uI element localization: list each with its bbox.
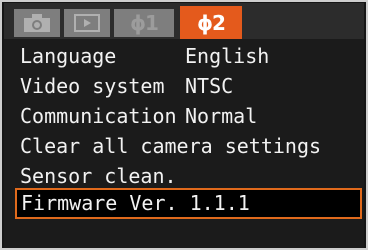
menu-item-video-system[interactable]: Video system NTSC bbox=[14, 71, 362, 101]
tab-setup-2[interactable]: ϕ2 bbox=[180, 6, 242, 39]
menu-item-label: Sensor clean. bbox=[20, 164, 177, 188]
menu-item-label: Firmware Ver. 1.1.1 bbox=[21, 191, 250, 215]
menu-item-firmware[interactable]: Firmware Ver. 1.1.1 bbox=[15, 188, 362, 219]
camera-lcd-screen: ϕ1 ϕ2 Language English Video system NTSC… bbox=[0, 0, 368, 250]
wrench-icon: ϕ1 bbox=[130, 11, 159, 35]
menu-item-clear-settings[interactable]: Clear all camera settings bbox=[14, 131, 362, 161]
tab-shooting[interactable] bbox=[14, 9, 60, 37]
tab-setup-1[interactable]: ϕ1 bbox=[114, 9, 174, 37]
menu-item-label: Language bbox=[20, 44, 117, 68]
menu-item-label: Clear all camera settings bbox=[20, 134, 322, 158]
menu-item-label: Video system bbox=[20, 74, 165, 98]
menu-item-sensor-clean[interactable]: Sensor clean. bbox=[14, 161, 362, 191]
tab-playback[interactable] bbox=[64, 9, 110, 37]
wrench-icon: ϕ2 bbox=[197, 10, 226, 35]
menu-item-value: NTSC bbox=[185, 74, 234, 98]
menu-item-value: Normal bbox=[185, 104, 258, 128]
menu-item-value: English bbox=[185, 44, 270, 68]
menu-item-communication[interactable]: Communication Normal bbox=[14, 101, 362, 131]
settings-menu: Language English Video system NTSC Commu… bbox=[4, 39, 364, 250]
camera-icon bbox=[24, 14, 50, 32]
menu-item-language[interactable]: Language English bbox=[14, 41, 362, 71]
playback-icon bbox=[74, 14, 100, 32]
menu-tab-bar: ϕ1 ϕ2 bbox=[4, 3, 364, 39]
menu-item-label: Communication bbox=[20, 104, 177, 128]
